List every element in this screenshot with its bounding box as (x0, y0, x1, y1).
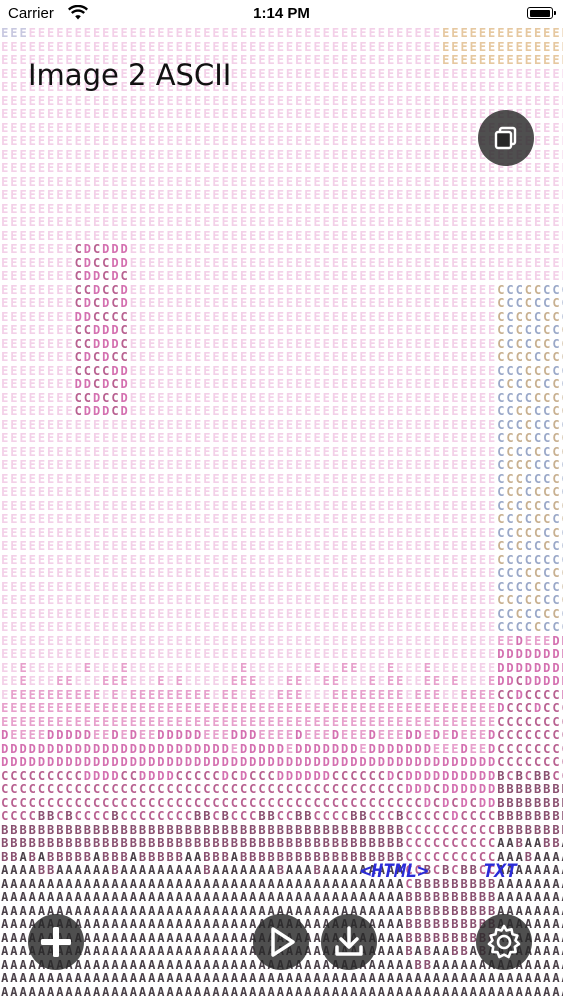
status-bar: Carrier 1:14 PM (0, 0, 563, 27)
export-html-link[interactable]: <HTML> (360, 860, 429, 882)
plus-icon (41, 927, 71, 957)
export-txt-link[interactable]: TXT (483, 860, 517, 882)
copy-icon (494, 126, 517, 150)
gear-icon (487, 924, 521, 959)
download-button[interactable] (321, 914, 377, 970)
status-time: 1:14 PM (253, 5, 310, 22)
download-icon (335, 926, 363, 956)
copy-button[interactable] (478, 110, 534, 166)
play-button[interactable] (253, 914, 309, 970)
ascii-art-canvas: EEEEEEEEEEEEEEEEEEEEEEEEEEEEEEEEEEEEEEEE… (1, 27, 563, 999)
battery-icon (527, 7, 556, 19)
play-icon (271, 927, 295, 957)
add-image-button[interactable] (28, 914, 84, 970)
app-title: Image 2 ASCII (28, 58, 232, 92)
settings-button[interactable] (476, 914, 532, 970)
battery-fill (529, 9, 550, 17)
